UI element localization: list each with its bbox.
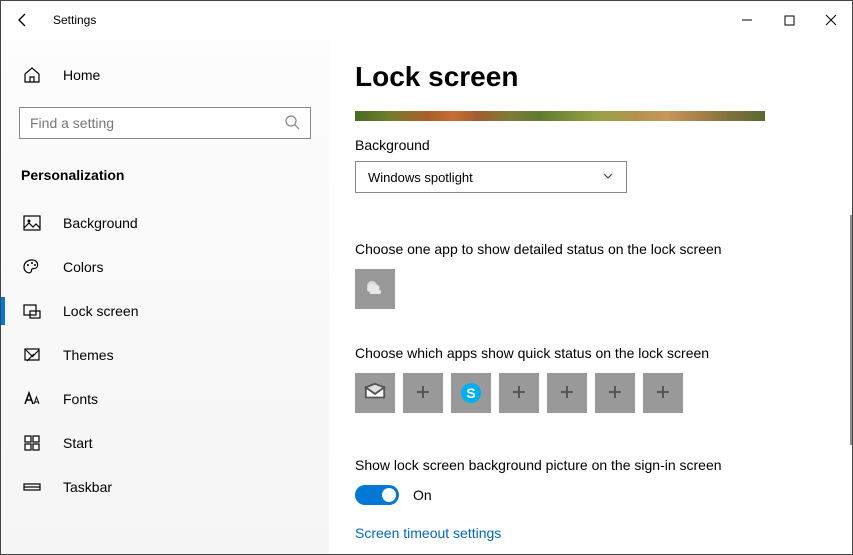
scrollbar[interactable] [850,215,852,445]
mail-icon [364,381,386,406]
detailed-status-label: Choose one app to show detailed status o… [355,241,842,257]
plus-icon [559,384,575,403]
sidebar-item-taskbar[interactable]: Taskbar [1,465,329,509]
minimize-button[interactable] [726,4,768,36]
sidebar: Home Personalization Background Colors [1,39,329,554]
sidebar-item-fonts[interactable]: Fonts [1,377,329,421]
search-field[interactable] [19,107,311,139]
quick-slot-empty[interactable] [643,373,683,413]
home-icon [23,66,41,84]
nav-home[interactable]: Home [1,55,329,95]
main-panel: Lock screen Background Windows spotlight… [329,39,852,554]
chevron-down-icon [602,170,614,185]
sidebar-item-colors[interactable]: Colors [1,245,329,289]
weather-icon [363,276,387,303]
dropdown-value: Windows spotlight [368,170,473,185]
plus-icon [607,384,623,403]
toggle-state-label: On [413,487,432,503]
themes-icon [23,346,41,364]
nav-home-label: Home [63,67,100,83]
signin-picture-label: Show lock screen background picture on t… [355,457,842,473]
plus-icon [415,384,431,403]
quick-slot-empty[interactable] [595,373,635,413]
sidebar-item-label: Background [63,215,138,231]
quick-slot-mail[interactable] [355,373,395,413]
sidebar-item-label: Start [63,435,93,451]
background-dropdown[interactable]: Windows spotlight [355,161,627,193]
section-header: Personalization [21,167,329,183]
sidebar-item-start[interactable]: Start [1,421,329,465]
start-icon [23,434,41,452]
screen-timeout-link[interactable]: Screen timeout settings [355,525,842,541]
search-input[interactable] [30,115,284,131]
plus-icon [511,384,527,403]
plus-icon [655,384,671,403]
quick-status-label: Choose which apps show quick status on t… [355,345,842,361]
detailed-status-app-tile[interactable] [355,269,395,309]
lockscreen-preview [355,111,765,121]
sidebar-item-label: Colors [63,259,103,275]
page-title: Lock screen [355,61,842,93]
background-label: Background [355,137,842,153]
quick-status-row: S [355,373,842,413]
sidebar-item-lockscreen[interactable]: Lock screen [1,289,329,333]
taskbar-icon [23,478,41,496]
lockscreen-icon [23,302,41,320]
quick-slot-empty[interactable] [403,373,443,413]
back-button[interactable] [1,1,45,39]
sidebar-item-label: Fonts [63,391,98,407]
sidebar-item-themes[interactable]: Themes [1,333,329,377]
titlebar: Settings [1,1,852,39]
fonts-icon [23,390,41,408]
search-icon [284,114,300,133]
quick-slot-skype[interactable]: S [451,373,491,413]
quick-slot-empty[interactable] [499,373,539,413]
window-title: Settings [53,13,96,27]
sidebar-item-label: Themes [63,347,114,363]
close-button[interactable] [810,4,852,36]
nav-list: Background Colors Lock screen Themes [1,201,329,509]
signin-picture-toggle[interactable] [355,485,399,505]
sidebar-item-background[interactable]: Background [1,201,329,245]
skype-icon: S [461,383,481,403]
picture-icon [23,214,41,232]
palette-icon [23,258,41,276]
sidebar-item-label: Taskbar [63,479,112,495]
quick-slot-empty[interactable] [547,373,587,413]
maximize-button[interactable] [768,4,810,36]
sidebar-item-label: Lock screen [63,303,138,319]
